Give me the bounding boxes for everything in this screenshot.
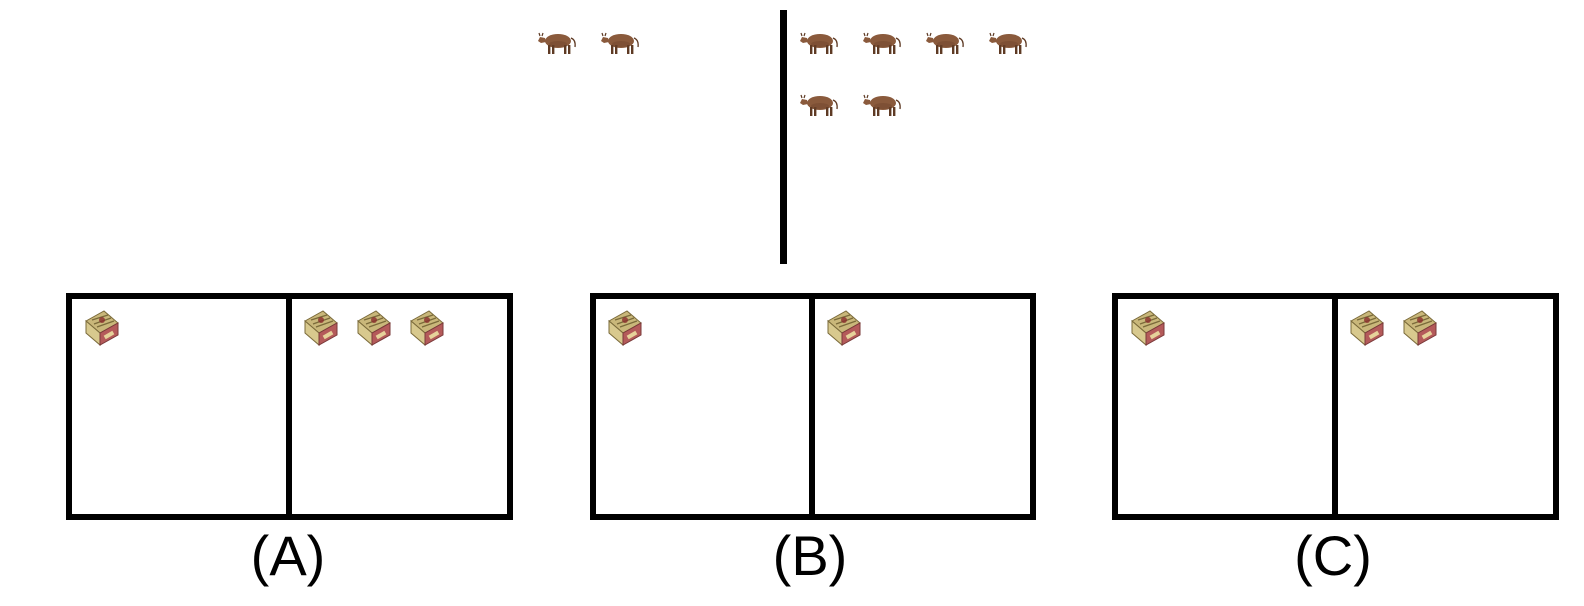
cow-icon	[799, 32, 838, 55]
cow-icon	[600, 32, 639, 55]
diagram-canvas	[66, 10, 1559, 520]
option-b-right-group	[827, 310, 861, 346]
cow-icon	[862, 32, 901, 55]
top-left-cow-group	[537, 32, 639, 55]
cow-icon	[537, 32, 576, 55]
butter-box-icon	[1403, 310, 1437, 346]
option-a-label: (A)	[250, 524, 326, 587]
option-a-right-group	[304, 310, 444, 346]
option-c-right-group	[1350, 310, 1437, 346]
butter-box-icon	[827, 310, 861, 346]
top-right-cow-group	[799, 32, 1027, 117]
option-b-left-group	[608, 310, 642, 346]
option-c-panel	[1112, 293, 1559, 520]
butter-box-icon	[1131, 310, 1165, 346]
top-divider-line	[780, 10, 787, 264]
butter-box-icon	[357, 310, 391, 346]
butter-box-icon	[608, 310, 642, 346]
butter-box-icon	[1350, 310, 1384, 346]
cow-icon	[862, 94, 901, 117]
option-a-left-group	[85, 310, 119, 346]
cow-icon	[799, 94, 838, 117]
cow-icon	[988, 32, 1027, 55]
cow-icon	[925, 32, 964, 55]
option-a-panel	[66, 293, 513, 520]
butter-box-icon	[85, 310, 119, 346]
option-b-panel	[590, 293, 1036, 520]
option-c-left-group	[1131, 310, 1165, 346]
butter-box-icon	[304, 310, 338, 346]
butter-box-icon	[410, 310, 444, 346]
option-c-label: (C)	[1294, 524, 1372, 587]
option-b-label: (B)	[772, 524, 848, 587]
